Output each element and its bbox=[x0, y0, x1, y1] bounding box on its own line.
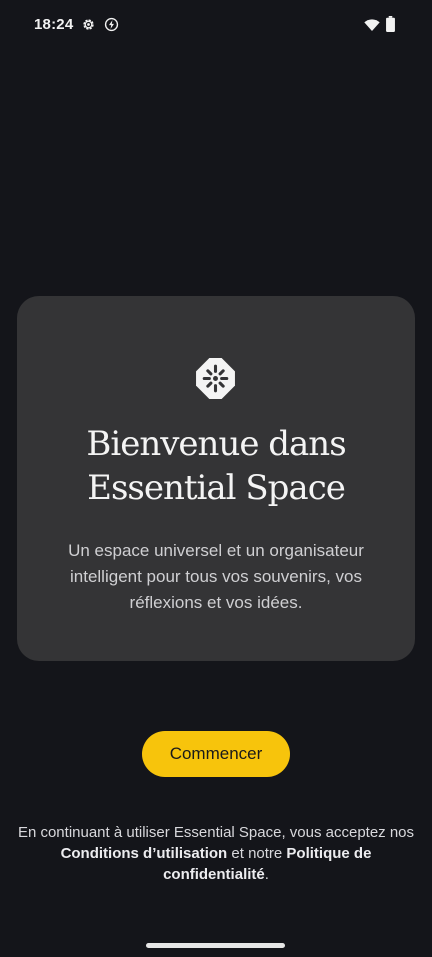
start-button[interactable]: Commencer bbox=[142, 731, 290, 777]
legal-suffix: . bbox=[264, 866, 269, 883]
welcome-title-line2: Essential Space bbox=[87, 468, 346, 508]
welcome-screen: 18:24 Bienvenue dans Essential Space Un … bbox=[0, 0, 432, 957]
welcome-title: Bienvenue dans Essential Space bbox=[17, 422, 415, 510]
legal-prefix: En continuant à utiliser Essential Space… bbox=[17, 824, 415, 841]
legal-privacy-line: confidentialité. bbox=[16, 864, 416, 885]
privacy-link-part2[interactable]: confidentialité bbox=[163, 866, 265, 883]
welcome-description: Un espace universel et un organisateur i… bbox=[68, 541, 364, 612]
bolt-icon bbox=[104, 17, 119, 32]
welcome-title-line1: Bienvenue dans bbox=[86, 424, 346, 464]
status-time: 18:24 bbox=[34, 16, 74, 33]
terms-link[interactable]: Conditions d’utilisation bbox=[61, 845, 228, 862]
wifi-icon bbox=[364, 18, 380, 32]
home-indicator[interactable] bbox=[146, 943, 285, 948]
privacy-link-part1[interactable]: Politique de bbox=[286, 845, 371, 862]
legal-notice: En continuant à utiliser Essential Space… bbox=[16, 822, 416, 885]
essential-space-logo-icon bbox=[195, 357, 236, 400]
legal-middle: et notre bbox=[227, 845, 287, 862]
settings-icon bbox=[81, 17, 96, 32]
legal-links-line: Conditions d’utilisation et notre Politi… bbox=[16, 843, 416, 864]
battery-icon bbox=[386, 16, 395, 32]
status-bar: 18:24 bbox=[0, 0, 432, 50]
